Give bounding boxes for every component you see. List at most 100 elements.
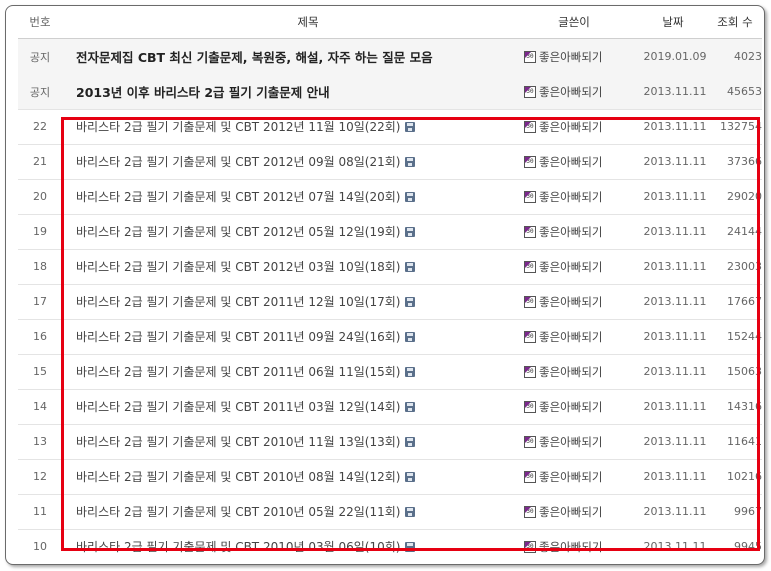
post-date: 2019.01.09 — [643, 50, 707, 63]
post-author-cell: 30 좋은아빠되기 — [524, 424, 624, 459]
post-title-link[interactable]: 바리스타 2급 필기 기출문제 및 CBT 2012년 09월 08일(21회) — [76, 153, 400, 170]
post-title-link[interactable]: 바리스타 2급 필기 기출문제 및 CBT 2011년 12월 10일(17회) — [76, 293, 400, 310]
post-title-cell: 바리스타 2급 필기 기출문제 및 CBT 2011년 12월 10일(17회) — [76, 284, 516, 319]
post-author-link[interactable]: 좋은아빠되기 — [539, 189, 602, 205]
post-date: 2013.11.11 — [643, 120, 707, 133]
post-author-link[interactable]: 좋은아빠되기 — [539, 504, 602, 520]
post-title-cell: 바리스타 2급 필기 기출문제 및 CBT 2010년 11월 13일(13회) — [76, 424, 516, 459]
post-author-link[interactable]: 좋은아빠되기 — [539, 469, 602, 485]
post-title-cell: 바리스타 2급 필기 기출문제 및 CBT 2010년 03월 06일(10회) — [76, 529, 516, 564]
post-title-link[interactable]: 바리스타 2급 필기 기출문제 및 CBT 2010년 11월 13일(13회) — [76, 433, 400, 450]
post-title-cell: 바리스타 2급 필기 기출문제 및 CBT 2012년 03월 10일(18회) — [76, 249, 516, 284]
level-30-icon: 30 — [524, 85, 536, 98]
post-title-cell: 바리스타 2급 필기 기출문제 및 CBT 2012년 09월 08일(21회) — [76, 144, 516, 179]
post-author-link[interactable]: 좋은아빠되기 — [539, 84, 602, 100]
post-title-cell: 바리스타 2급 필기 기출문제 및 CBT 2012년 11월 10일(22회) — [76, 109, 516, 144]
level-30-icon: 30 — [524, 260, 536, 273]
post-date: 2013.11.11 — [643, 155, 707, 168]
post-date: 2013.11.11 — [643, 540, 707, 553]
table-row: 16 바리스타 2급 필기 기출문제 및 CBT 2011년 09월 24일(1… — [18, 319, 762, 355]
post-author-link[interactable]: 좋은아빠되기 — [539, 434, 602, 450]
post-views: 9967 — [734, 505, 762, 518]
post-number: 20 — [33, 190, 47, 203]
post-author-cell: 30 좋은아빠되기 — [524, 144, 624, 179]
post-date: 2013.11.11 — [643, 190, 707, 203]
table-row: 21 바리스타 2급 필기 기출문제 및 CBT 2012년 09월 08일(2… — [18, 144, 762, 180]
post-views: 15244 — [727, 330, 762, 343]
post-views: 10216 — [727, 470, 762, 483]
post-author-link[interactable]: 좋은아빠되기 — [539, 259, 602, 275]
table-row: 17 바리스타 2급 필기 기출문제 및 CBT 2011년 12월 10일(1… — [18, 284, 762, 320]
post-number: 21 — [33, 155, 47, 168]
post-author-link[interactable]: 좋은아빠되기 — [539, 399, 602, 415]
level-30-icon: 30 — [524, 190, 536, 203]
post-author-link[interactable]: 좋은아빠되기 — [539, 154, 602, 170]
post-number: 13 — [33, 435, 47, 448]
post-author-link[interactable]: 좋은아빠되기 — [539, 224, 602, 240]
post-author-link[interactable]: 좋은아빠되기 — [539, 539, 602, 555]
post-author-cell: 30 좋은아빠되기 — [524, 389, 624, 424]
post-number: 22 — [33, 120, 47, 133]
post-title-link[interactable]: 전자문제집 CBT 최신 기출문제, 복원중, 해설, 자주 하는 질문 모음 — [76, 47, 433, 66]
post-number: 공지 — [29, 50, 51, 64]
post-author-link[interactable]: 좋은아빠되기 — [539, 294, 602, 310]
post-date: 2013.11.11 — [643, 365, 707, 378]
post-author-link[interactable]: 좋은아빠되기 — [539, 364, 602, 380]
header-date: 날짜 — [662, 15, 684, 29]
post-views: 4023 — [734, 50, 762, 63]
save-disk-icon — [405, 261, 416, 272]
post-title-cell: 바리스타 2급 필기 기출문제 및 CBT 2010년 08월 14일(12회) — [76, 459, 516, 494]
post-title-cell: 바리스타 2급 필기 기출문제 및 CBT 2011년 03월 12일(14회) — [76, 389, 516, 424]
table-row: 13 바리스타 2급 필기 기출문제 및 CBT 2010년 11월 13일(1… — [18, 424, 762, 460]
table-row: 15 바리스타 2급 필기 기출문제 및 CBT 2011년 06월 11일(1… — [18, 354, 762, 390]
post-date: 2013.11.11 — [643, 470, 707, 483]
table-row: 22 바리스타 2급 필기 기출문제 및 CBT 2012년 11월 10일(2… — [18, 109, 762, 145]
post-date: 2013.11.11 — [643, 260, 707, 273]
post-author-link[interactable]: 좋은아빠되기 — [539, 329, 602, 345]
post-title-link[interactable]: 바리스타 2급 필기 기출문제 및 CBT 2012년 07월 14일(20회) — [76, 188, 400, 205]
post-title-link[interactable]: 바리스타 2급 필기 기출문제 및 CBT 2011년 09월 24일(16회) — [76, 328, 400, 345]
post-title-link[interactable]: 바리스타 2급 필기 기출문제 및 CBT 2012년 03월 10일(18회) — [76, 258, 400, 275]
post-title-cell: 바리스타 2급 필기 기출문제 및 CBT 2011년 09월 24일(16회) — [76, 319, 516, 354]
save-disk-icon — [405, 156, 416, 167]
header-views: 조회 수 — [717, 15, 753, 29]
post-title-link[interactable]: 바리스타 2급 필기 기출문제 및 CBT 2012년 11월 10일(22회) — [76, 118, 400, 135]
post-title-link[interactable]: 바리스타 2급 필기 기출문제 및 CBT 2010년 03월 06일(10회) — [76, 538, 400, 555]
save-disk-icon — [405, 226, 416, 237]
post-author-cell: 30 좋은아빠되기 — [524, 284, 624, 319]
post-title-link[interactable]: 바리스타 2급 필기 기출문제 및 CBT 2010년 08월 14일(12회) — [76, 468, 400, 485]
post-views: 15063 — [727, 365, 762, 378]
post-title-link[interactable]: 바리스타 2급 필기 기출문제 및 CBT 2012년 05월 12일(19회) — [76, 223, 400, 240]
post-views: 17667 — [727, 295, 762, 308]
post-title-cell: 바리스타 2급 필기 기출문제 및 CBT 2012년 05월 12일(19회) — [76, 214, 516, 249]
post-author-link[interactable]: 좋은아빠되기 — [539, 49, 602, 65]
post-views: 132754 — [720, 120, 762, 133]
table-row: 10 바리스타 2급 필기 기출문제 및 CBT 2010년 03월 06일(1… — [18, 529, 762, 564]
table-row: 11 바리스타 2급 필기 기출문제 및 CBT 2010년 05월 22일(1… — [18, 494, 762, 530]
post-author-cell: 30 좋은아빠되기 — [524, 39, 624, 74]
post-title-link[interactable]: 바리스타 2급 필기 기출문제 및 CBT 2011년 03월 12일(14회) — [76, 398, 400, 415]
post-date: 2013.11.11 — [643, 330, 707, 343]
header-title: 제목 — [297, 15, 319, 29]
save-disk-icon — [405, 121, 416, 132]
post-number: 11 — [33, 505, 47, 518]
table-header: 번호 제목 글쓴이 날짜 조회 수 — [18, 6, 762, 39]
table-row: 18 바리스타 2급 필기 기출문제 및 CBT 2012년 03월 10일(1… — [18, 249, 762, 285]
post-date: 2013.11.11 — [643, 505, 707, 518]
post-date: 2013.11.11 — [643, 400, 707, 413]
post-title-link[interactable]: 바리스타 2급 필기 기출문제 및 CBT 2010년 05월 22일(11회) — [76, 503, 400, 520]
post-views: 14316 — [727, 400, 762, 413]
post-title-link[interactable]: 2013년 이후 바리스타 2급 필기 기출문제 안내 — [76, 82, 330, 101]
post-title-link[interactable]: 바리스타 2급 필기 기출문제 및 CBT 2011년 06월 11일(15회) — [76, 363, 400, 380]
board-window: 번호 제목 글쓴이 날짜 조회 수 공지 전자문제집 CBT 최신 기출문제, … — [5, 5, 765, 565]
save-disk-icon — [405, 436, 416, 447]
post-number: 14 — [33, 400, 47, 413]
level-30-icon: 30 — [524, 505, 536, 518]
post-views: 45653 — [727, 85, 762, 98]
level-30-icon: 30 — [524, 400, 536, 413]
post-author-link[interactable]: 좋은아빠되기 — [539, 119, 602, 135]
post-views: 29020 — [727, 190, 762, 203]
post-author-cell: 30 좋은아빠되기 — [524, 459, 624, 494]
level-30-icon: 30 — [524, 50, 536, 63]
post-views: 24144 — [727, 225, 762, 238]
